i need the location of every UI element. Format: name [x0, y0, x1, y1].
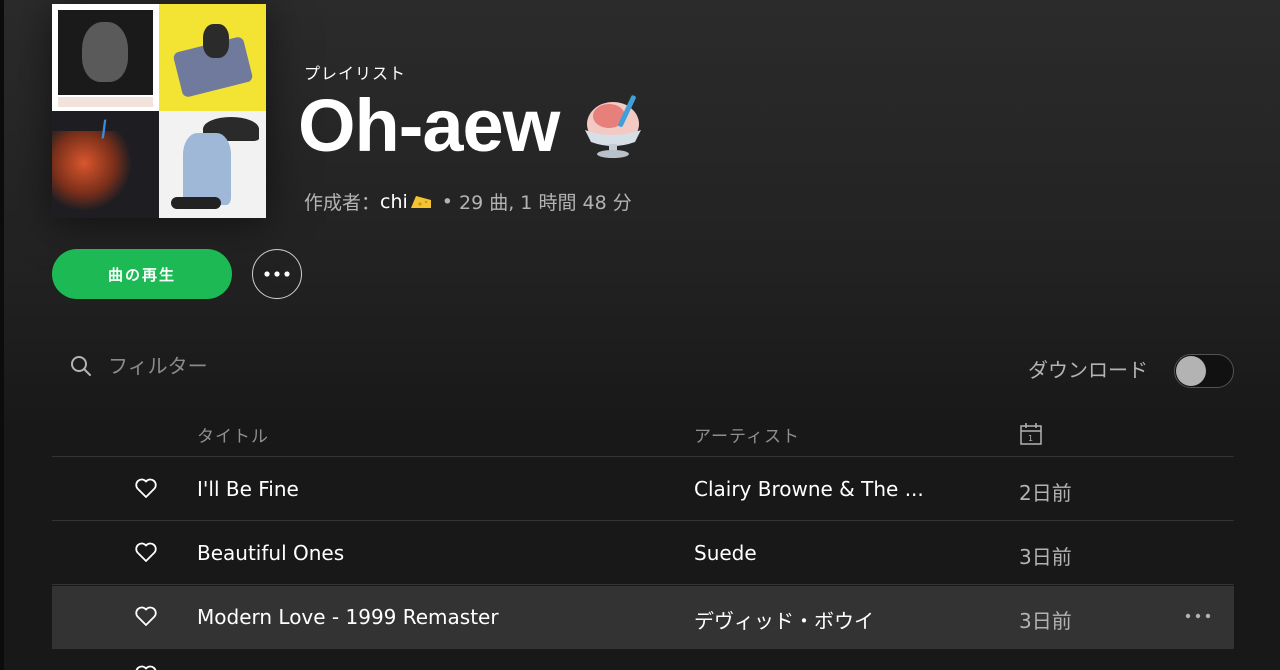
download-toggle[interactable] [1174, 354, 1234, 388]
track-artist[interactable]: デヴィッド・ボウイ [694, 605, 874, 634]
search-icon [71, 356, 91, 376]
calendar-icon[interactable]: 1 [1019, 422, 1043, 446]
row-divider [52, 648, 1234, 649]
heart-icon[interactable] [134, 664, 158, 670]
playlist-title-text: Oh-aew [298, 84, 560, 167]
shaved-ice-icon [585, 95, 642, 158]
playlist-type-label: プレイリスト [304, 64, 407, 83]
track-row[interactable]: Modern Love - 1999 Remaster デヴィッド・ボウイ 3日… [52, 586, 1234, 648]
filter-bar [70, 354, 308, 378]
row-divider [52, 520, 1234, 521]
meta-separator: • [441, 190, 454, 213]
table-header-divider [52, 456, 1234, 457]
ellipsis-icon [264, 271, 290, 277]
track-title[interactable]: I'll Be Fine [197, 477, 299, 501]
owner-link[interactable]: chi [380, 191, 408, 213]
playlist-cover-mosaic[interactable]: / [52, 4, 266, 218]
download-label: ダウンロード [1028, 358, 1148, 382]
album-cover-2 [159, 4, 266, 111]
track-added-date: 3日前 [1019, 545, 1072, 569]
row-divider [52, 584, 1234, 585]
filter-input[interactable] [108, 354, 308, 378]
row-more-options-icon[interactable] [1184, 608, 1212, 624]
owner-prefix: 作成者： [304, 192, 381, 214]
play-button[interactable]: 曲の再生 [52, 249, 232, 299]
sidebar-edge [0, 0, 4, 670]
page-title: Oh-aew [298, 84, 649, 168]
heart-icon[interactable] [134, 605, 158, 627]
cheese-icon [410, 195, 431, 208]
track-row[interactable]: I'll Be Fine Clairy Browne & The ... 2日前 [52, 458, 1234, 520]
track-artist[interactable]: Suede [694, 541, 757, 565]
playlist-page: / プレイリスト Oh-aew 作成者： chi • 29 曲, 1 時間 48… [0, 0, 1280, 670]
playlist-stats: 29 曲, 1 時間 48 分 [459, 192, 632, 214]
album-cover-3: / [52, 111, 159, 218]
heart-icon[interactable] [134, 477, 158, 499]
track-title[interactable]: Beautiful Ones [197, 541, 344, 565]
track-row[interactable] [52, 650, 1234, 670]
toggle-knob [1176, 356, 1206, 386]
track-added-date: 2日前 [1019, 481, 1072, 505]
column-header-artist[interactable]: アーティスト [694, 422, 800, 447]
column-header-title[interactable]: タイトル [197, 422, 269, 447]
track-artist[interactable]: Clairy Browne & The ... [694, 477, 924, 501]
playlist-meta: 作成者： chi • 29 曲, 1 時間 48 分 [304, 188, 632, 215]
track-title[interactable]: Modern Love - 1999 Remaster [197, 605, 499, 629]
track-added-date: 3日前 [1019, 609, 1072, 633]
more-options-button[interactable] [252, 249, 302, 299]
track-row[interactable]: Beautiful Ones Suede 3日前 [52, 522, 1234, 584]
heart-icon[interactable] [134, 541, 158, 563]
album-cover-1 [52, 4, 159, 111]
svg-text:1: 1 [1028, 434, 1034, 443]
album-cover-4 [159, 111, 266, 218]
